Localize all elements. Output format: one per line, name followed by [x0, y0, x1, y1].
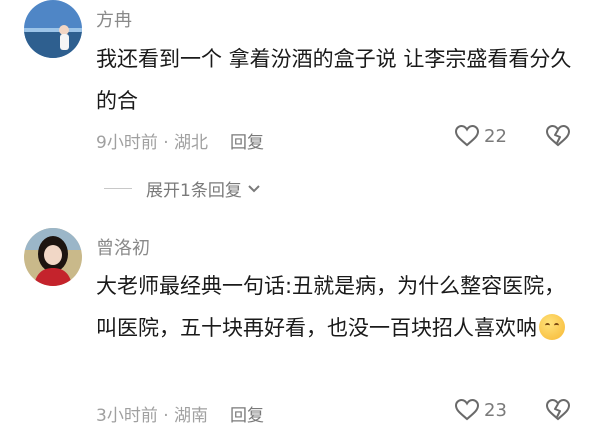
- divider-line: [104, 188, 132, 189]
- username[interactable]: 曾洛初: [96, 234, 150, 260]
- like-count: 22: [484, 125, 507, 147]
- heart-outline-icon: [454, 124, 480, 147]
- like-button[interactable]: 22: [454, 124, 507, 148]
- broken-heart-icon: [545, 124, 571, 147]
- reply-button[interactable]: 回复: [230, 406, 264, 426]
- dislike-button[interactable]: [544, 398, 572, 426]
- expand-replies-label: 展开1条回复: [146, 181, 242, 201]
- dislike-button[interactable]: [544, 124, 572, 152]
- comment-meta: 9小时前 · 湖北 回复: [96, 128, 264, 153]
- broken-heart-icon: [545, 398, 571, 421]
- timestamp-location: 3小时前 · 湖南: [96, 406, 209, 426]
- comment-meta: 3小时前 · 湖南 回复: [96, 401, 264, 426]
- reply-button[interactable]: 回复: [230, 133, 264, 153]
- like-button[interactable]: 23: [454, 398, 507, 422]
- avatar[interactable]: [24, 228, 82, 286]
- like-count: 23: [484, 399, 507, 421]
- expand-replies-button[interactable]: 展开1条回复: [104, 176, 262, 201]
- avatar[interactable]: [24, 0, 82, 58]
- smirk-emoji-icon: [539, 314, 565, 340]
- comment-text: 大老师最经典一句话:丑就是病，为什么整容医院，叫医院，五十块再好看，也没一百块招…: [96, 265, 586, 349]
- timestamp-location: 9小时前 · 湖北: [96, 133, 209, 153]
- comment-text: 我还看到一个 拿着汾酒的盒子说 让李宗盛看看分久的合: [96, 47, 572, 113]
- chevron-down-icon: [248, 184, 260, 192]
- comment-text-body: 大老师最经典一句话:丑就是病，为什么整容医院，叫医院，五十块再好看，也没一百块招…: [96, 274, 566, 340]
- heart-outline-icon: [454, 398, 480, 421]
- username[interactable]: 方冉: [96, 6, 132, 32]
